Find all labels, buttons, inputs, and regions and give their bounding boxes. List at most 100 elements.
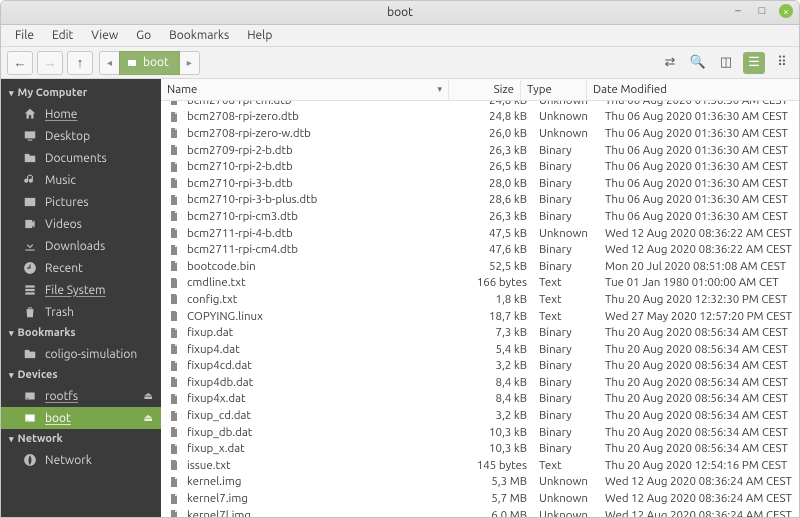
file-date: Tue 01 Jan 1980 01:00:00 AM CET — [599, 276, 799, 289]
sidebar-item-recent[interactable]: Recent — [1, 257, 161, 279]
sidebar-item-boot[interactable]: boot⏏ — [1, 407, 161, 429]
search-button[interactable]: 🔍 — [687, 52, 709, 74]
file-row[interactable]: bcm2711-rpi-cm4.dtb 47,6 kB Binary Wed 1… — [161, 241, 799, 258]
icon-view-button[interactable]: ◫ — [715, 52, 737, 74]
file-row[interactable]: fixup_cd.dat 3,2 kB Binary Thu 20 Aug 20… — [161, 407, 799, 424]
toggle-location-button[interactable]: ⇄ — [659, 52, 681, 74]
file-date: Thu 20 Aug 2020 08:56:34 AM CEST — [599, 326, 799, 339]
sidebar-item-home[interactable]: Home — [1, 103, 161, 125]
file-row[interactable]: fixup_x.dat 10,3 kB Binary Thu 20 Aug 20… — [161, 440, 799, 457]
column-size-header[interactable]: Size — [449, 79, 521, 100]
file-row[interactable]: fixup4db.dat 8,4 kB Binary Thu 20 Aug 20… — [161, 374, 799, 391]
file-icon — [168, 493, 180, 505]
file-type: Binary — [533, 376, 599, 389]
column-name-header[interactable]: Name▾ — [161, 79, 449, 100]
file-date: Wed 12 Aug 2020 08:36:24 AM CEST — [599, 509, 799, 517]
file-row[interactable]: config.txt 1,8 kB Text Thu 20 Aug 2020 1… — [161, 291, 799, 308]
sidebar-section-header[interactable]: ▾Network — [1, 429, 161, 449]
file-row[interactable]: kernel7.img 5,7 MB Unknown Wed 12 Aug 20… — [161, 490, 799, 507]
file-row[interactable]: bcm2709-rpi-2-b.dtb 26,3 kB Binary Thu 0… — [161, 142, 799, 159]
file-name: COPYING.linux — [187, 310, 263, 323]
file-size: 52,5 kB — [461, 260, 533, 273]
path-prev-button[interactable]: ◂ — [99, 51, 119, 75]
file-row[interactable]: bcm2710-rpi-3-b-plus.dtb 28,6 kB Binary … — [161, 192, 799, 209]
sidebar-item-network[interactable]: Network — [1, 449, 161, 471]
sidebar-section-header[interactable]: ▾Devices — [1, 365, 161, 385]
file-row[interactable]: fixup.dat 7,3 kB Binary Thu 20 Aug 2020 … — [161, 324, 799, 341]
sidebar-item-pictures[interactable]: Pictures — [1, 191, 161, 213]
menu-edit[interactable]: Edit — [44, 27, 81, 44]
folder-icon — [23, 151, 37, 165]
file-row[interactable]: bcm2708-rpi-cm.dtb 24,8 kB Unknown Thu 0… — [161, 101, 799, 109]
file-type: Binary — [533, 343, 599, 356]
sidebar-item-label: Recent — [45, 262, 83, 275]
file-size: 5,3 MB — [461, 475, 533, 488]
sidebar-section-header[interactable]: ▾My Computer — [1, 83, 161, 103]
file-icon — [168, 327, 180, 339]
sidebar-section-header[interactable]: ▾Bookmarks — [1, 323, 161, 343]
sidebar-item-rootfs[interactable]: rootfs⏏ — [1, 385, 161, 407]
menu-bookmarks[interactable]: Bookmarks — [161, 27, 237, 44]
file-size: 47,6 kB — [461, 243, 533, 256]
path-segment-boot[interactable]: boot — [119, 51, 180, 75]
maximize-button[interactable]: □ — [755, 4, 769, 18]
forward-button[interactable]: → — [37, 51, 63, 75]
file-row[interactable]: kernel7l.img 6,0 MB Unknown Wed 12 Aug 2… — [161, 507, 799, 517]
sidebar-item-label: Music — [45, 174, 76, 187]
file-size: 8,4 kB — [461, 376, 533, 389]
file-name: bcm2711-rpi-cm4.dtb — [187, 243, 298, 256]
file-icon — [168, 244, 180, 256]
file-row[interactable]: COPYING.linux 18,7 kB Text Wed 27 May 20… — [161, 308, 799, 325]
network-icon — [23, 453, 37, 467]
path-next-button[interactable]: ▸ — [180, 51, 200, 75]
eject-icon[interactable]: ⏏ — [144, 390, 153, 402]
file-date: Thu 20 Aug 2020 08:56:34 AM CEST — [599, 426, 799, 439]
file-row[interactable]: fixup4x.dat 8,4 kB Binary Thu 20 Aug 202… — [161, 391, 799, 408]
column-date-header[interactable]: Date Modified — [587, 79, 787, 100]
file-row[interactable]: bcm2711-rpi-4-b.dtb 47,5 kB Unknown Wed … — [161, 225, 799, 242]
sidebar-item-desktop[interactable]: Desktop — [1, 125, 161, 147]
titlebar[interactable]: boot – □ × — [1, 1, 799, 25]
sidebar-item-coligo-simulation[interactable]: coligo-simulation — [1, 343, 161, 365]
menu-file[interactable]: File — [7, 27, 42, 44]
list-view-button[interactable]: ☰ — [743, 52, 765, 74]
back-button[interactable]: ← — [7, 51, 33, 75]
sidebar-item-file-system[interactable]: File System — [1, 279, 161, 301]
file-name: bcm2708-rpi-zero.dtb — [187, 110, 299, 123]
eject-icon[interactable]: ⏏ — [144, 412, 153, 424]
menu-view[interactable]: View — [83, 27, 126, 44]
column-type-header[interactable]: Type — [521, 79, 587, 100]
up-button[interactable]: ↑ — [67, 51, 93, 75]
sidebar-item-documents[interactable]: Documents — [1, 147, 161, 169]
videos-icon — [23, 217, 37, 231]
file-list-body[interactable]: bcm2708-rpi-cm.dtb 24,8 kB Unknown Thu 0… — [161, 101, 799, 517]
file-row[interactable]: bcm2710-rpi-2-b.dtb 26,5 kB Binary Thu 0… — [161, 158, 799, 175]
minimize-button[interactable]: – — [731, 4, 745, 18]
file-name: fixup_x.dat — [187, 442, 245, 455]
close-button[interactable]: × — [779, 4, 793, 18]
file-type: Unknown — [533, 101, 599, 107]
file-row[interactable]: bcm2710-rpi-3-b.dtb 28,0 kB Binary Thu 0… — [161, 175, 799, 192]
file-row[interactable]: issue.txt 145 bytes Text Thu 20 Aug 2020… — [161, 457, 799, 474]
menu-help[interactable]: Help — [239, 27, 280, 44]
file-date: Thu 20 Aug 2020 08:56:34 AM CEST — [599, 442, 799, 455]
file-row[interactable]: bcm2708-rpi-zero-w.dtb 26,0 kB Unknown T… — [161, 125, 799, 142]
sidebar-item-videos[interactable]: Videos — [1, 213, 161, 235]
sidebar-item-downloads[interactable]: Downloads — [1, 235, 161, 257]
file-row[interactable]: kernel.img 5,3 MB Unknown Wed 12 Aug 202… — [161, 474, 799, 491]
file-row[interactable]: cmdline.txt 166 bytes Text Tue 01 Jan 19… — [161, 275, 799, 292]
file-type: Binary — [533, 193, 599, 206]
file-row[interactable]: fixup_db.dat 10,3 kB Binary Thu 20 Aug 2… — [161, 424, 799, 441]
compact-view-button[interactable]: ⠿ — [771, 52, 793, 74]
file-icon — [168, 277, 180, 289]
file-row[interactable]: bcm2710-rpi-cm3.dtb 26,3 kB Binary Thu 0… — [161, 208, 799, 225]
file-row[interactable]: fixup4.dat 5,4 kB Binary Thu 20 Aug 2020… — [161, 341, 799, 358]
drive-icon — [126, 57, 138, 69]
file-row[interactable]: bootcode.bin 52,5 kB Binary Mon 20 Jul 2… — [161, 258, 799, 275]
file-row[interactable]: fixup4cd.dat 3,2 kB Binary Thu 20 Aug 20… — [161, 358, 799, 375]
sidebar-item-music[interactable]: Music — [1, 169, 161, 191]
sidebar-item-trash[interactable]: Trash — [1, 301, 161, 323]
file-row[interactable]: bcm2708-rpi-zero.dtb 24,8 kB Unknown Thu… — [161, 109, 799, 126]
sidebar-item-label: Documents — [45, 152, 107, 165]
menu-go[interactable]: Go — [128, 27, 159, 44]
